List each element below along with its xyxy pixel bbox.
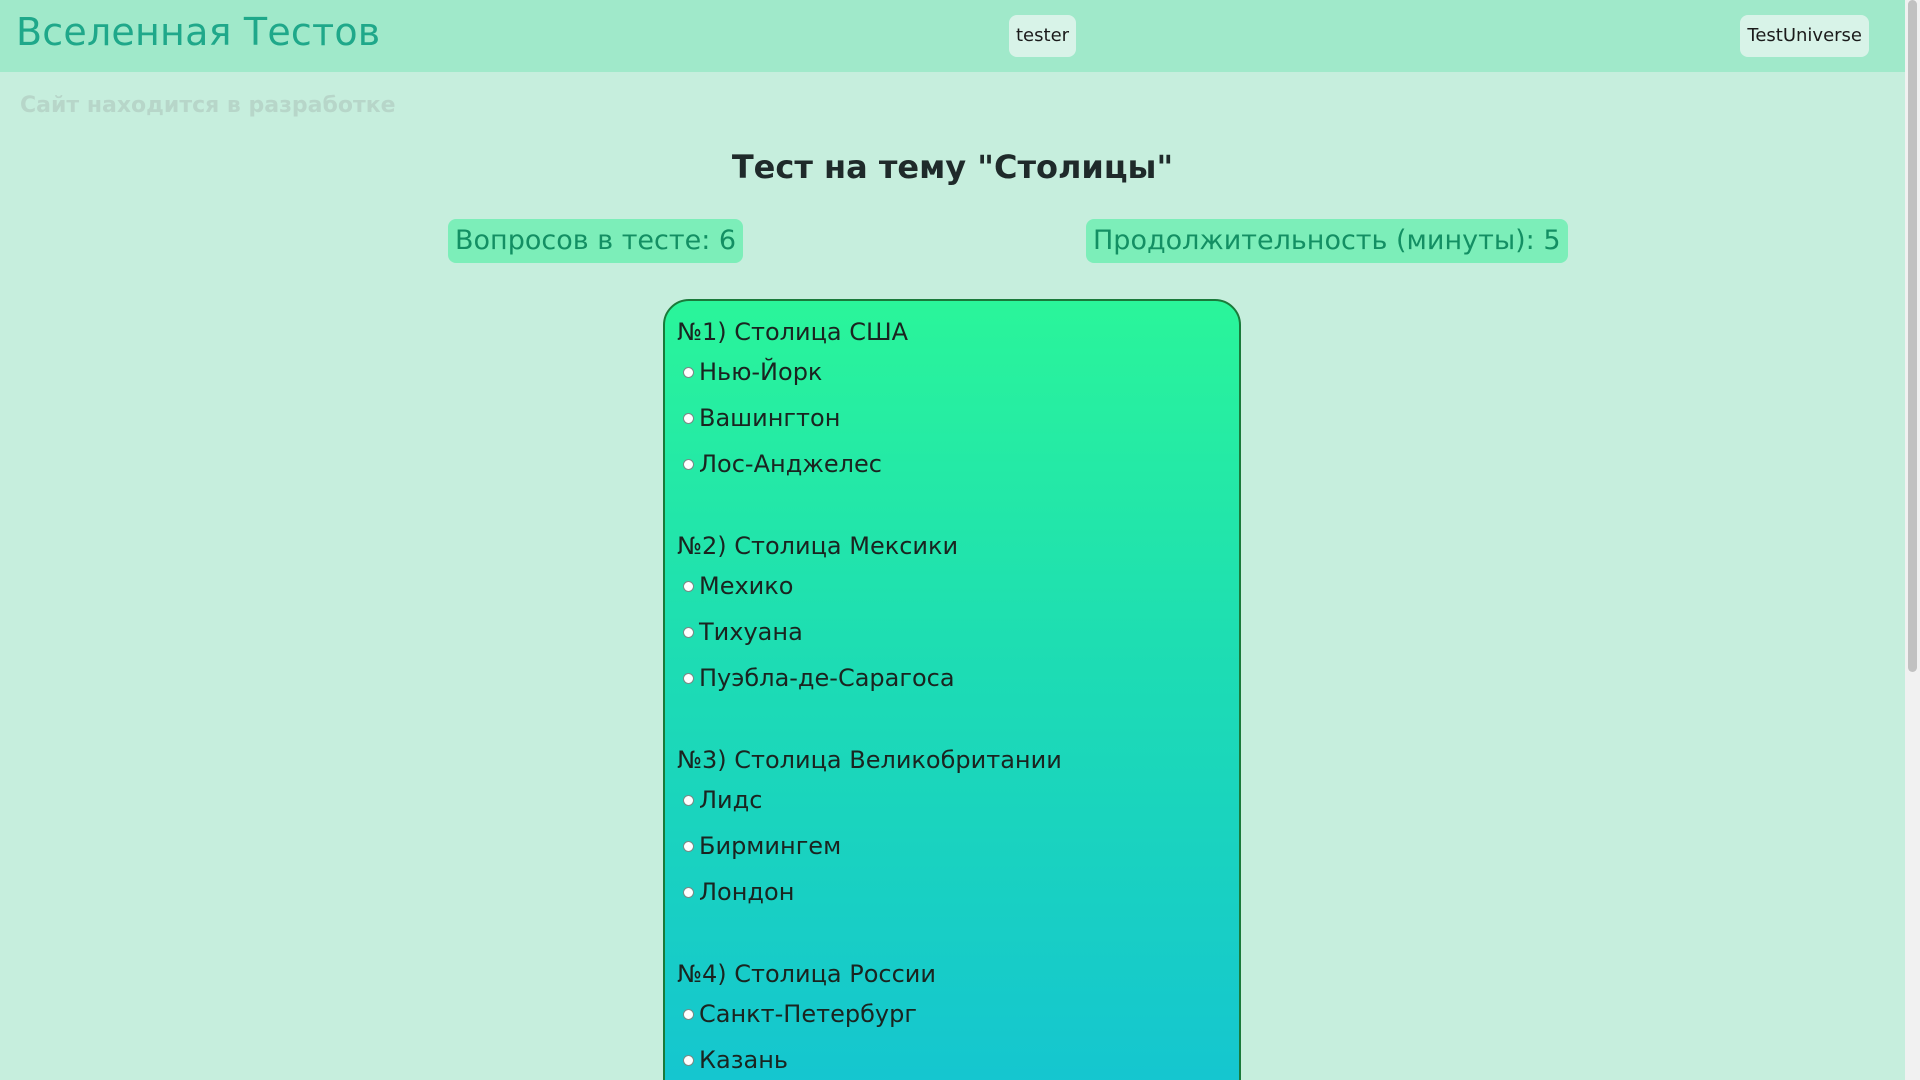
radio-button[interactable] xyxy=(683,840,694,852)
answer-label: Лос-Анджелес xyxy=(699,450,882,478)
scrollbar-thumb[interactable] xyxy=(1908,0,1917,672)
questions-count-badge: Вопросов в тесте: 6 xyxy=(448,219,744,263)
answer-label: Мехико xyxy=(699,572,794,600)
answer-label: Лидс xyxy=(699,786,763,814)
radio-button[interactable] xyxy=(683,412,694,424)
answer-label: Лондон xyxy=(699,878,795,906)
duration-badge: Продолжительность (минуты): 5 xyxy=(1086,219,1568,263)
radio-button[interactable] xyxy=(683,1008,694,1020)
question-block: №1) Столица США Нью-Йорк Вашингтон Лос-А… xyxy=(677,315,1227,487)
answer-label: Нью-Йорк xyxy=(699,358,823,386)
user-button[interactable]: tester xyxy=(1009,15,1077,57)
answer-option[interactable]: Лондон xyxy=(677,869,1227,915)
answer-option[interactable]: Пуэбла-де-Сарагоса xyxy=(677,655,1227,701)
radio-button[interactable] xyxy=(683,626,694,638)
question-text: №2) Столица Мексики xyxy=(677,532,959,560)
quiz-form: №1) Столица США Нью-Йорк Вашингтон Лос-А… xyxy=(663,299,1241,1080)
page-scrollbar[interactable] xyxy=(1905,0,1920,1080)
answer-option[interactable]: Бирмингем xyxy=(677,823,1227,869)
answer-label: Вашингтон xyxy=(699,404,841,432)
answer-option[interactable]: Нью-Йорк xyxy=(677,349,1227,395)
question-block: №3) Столица Великобритании Лидс Бирминге… xyxy=(677,743,1227,915)
answer-option[interactable]: Вашингтон xyxy=(677,395,1227,441)
answer-option[interactable]: Мехико xyxy=(677,563,1227,609)
top-bar: Вселенная Тестов tester TestUniverse xyxy=(0,0,1905,72)
answer-label: Казань xyxy=(699,1046,789,1074)
question-block: №2) Столица Мексики Мехико Тихуана Пуэбл… xyxy=(677,529,1227,701)
test-title: Тест на тему "Столицы" xyxy=(731,148,1174,186)
radio-button[interactable] xyxy=(683,580,694,592)
radio-button[interactable] xyxy=(683,794,694,806)
question-text: №4) Столица России xyxy=(677,960,936,988)
site-name-button[interactable]: TestUniverse xyxy=(1740,15,1869,57)
question-text: №1) Столица США xyxy=(677,318,909,346)
answer-option[interactable]: Казань xyxy=(677,1037,1227,1080)
answer-label: Бирмингем xyxy=(699,832,842,860)
radio-button[interactable] xyxy=(683,1054,694,1066)
question-block: №4) Столица России Санкт-Петербург Казан… xyxy=(677,957,1227,1080)
question-text: №3) Столица Великобритании xyxy=(677,746,1062,774)
radio-button[interactable] xyxy=(683,886,694,898)
radio-button[interactable] xyxy=(683,366,694,378)
answer-option[interactable]: Тихуана xyxy=(677,609,1227,655)
answer-option[interactable]: Лос-Анджелес xyxy=(677,441,1227,487)
answer-label: Тихуана xyxy=(699,618,803,646)
answer-option[interactable]: Лидс xyxy=(677,777,1227,823)
answer-label: Пуэбла-де-Сарагоса xyxy=(699,664,955,692)
radio-button[interactable] xyxy=(683,672,694,684)
radio-button[interactable] xyxy=(683,458,694,470)
site-logo-title[interactable]: Вселенная Тестов xyxy=(16,10,380,54)
development-notice: Сайт находится в разработке xyxy=(20,93,396,118)
answer-option[interactable]: Санкт-Петербург xyxy=(677,991,1227,1037)
answer-label: Санкт-Петербург xyxy=(699,1000,917,1028)
